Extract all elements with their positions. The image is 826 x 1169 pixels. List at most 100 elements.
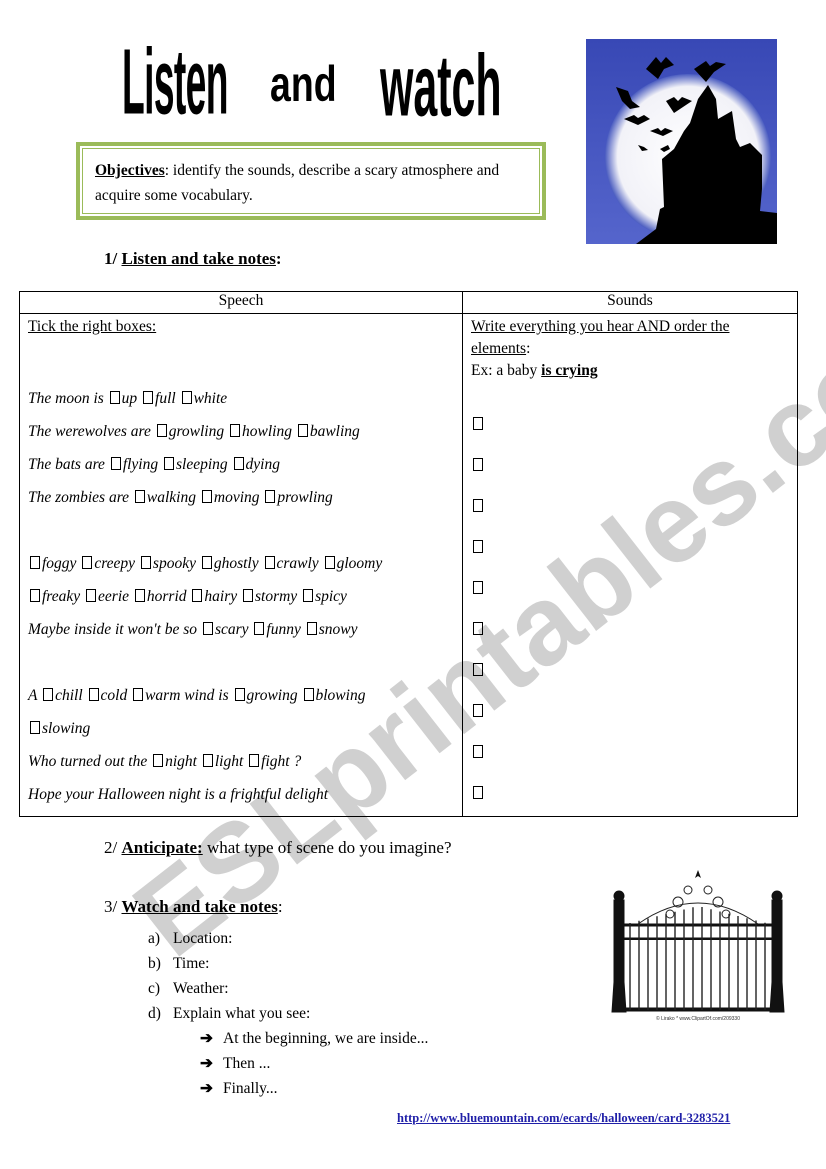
option-label: horrid xyxy=(146,588,187,605)
checkbox[interactable] xyxy=(43,688,54,701)
option-label: foggy xyxy=(42,555,77,572)
option-label: chill xyxy=(55,687,83,704)
checkbox[interactable] xyxy=(249,754,260,767)
checkbox[interactable] xyxy=(265,490,276,503)
list-item: a) Location: xyxy=(148,930,233,947)
checkbox[interactable] xyxy=(473,704,483,717)
checkbox[interactable] xyxy=(181,391,192,404)
checkbox[interactable] xyxy=(156,424,167,437)
option-label: growling xyxy=(168,423,225,440)
speech-cell: Tick the right boxes: The moon is up ful… xyxy=(19,313,463,817)
checkbox[interactable] xyxy=(473,540,483,553)
sounds-cell: Write everything you hear AND order the … xyxy=(462,313,798,817)
option-label: creepy xyxy=(94,555,136,572)
checkbox[interactable] xyxy=(297,424,308,437)
option-label: snowy xyxy=(318,621,358,638)
checkbox[interactable] xyxy=(88,688,99,701)
checkbox[interactable] xyxy=(306,622,317,635)
checkbox[interactable] xyxy=(143,391,154,404)
checkbox[interactable] xyxy=(30,721,40,734)
checkbox[interactable] xyxy=(233,457,244,470)
checkbox[interactable] xyxy=(324,556,335,569)
section-2-title: Anticipate: xyxy=(121,838,203,857)
option-label: fight ? xyxy=(261,753,302,770)
option-label: dying xyxy=(245,456,280,473)
checkbox[interactable] xyxy=(82,556,93,569)
checkbox[interactable] xyxy=(230,424,240,437)
speech-line: The werewolves are growling howling bawl… xyxy=(28,423,360,440)
option-label: blowing xyxy=(315,687,366,704)
sound-entry xyxy=(471,609,789,650)
checkbox[interactable] xyxy=(473,786,483,799)
option-label: spicy xyxy=(315,588,347,605)
sound-entry xyxy=(471,773,789,814)
option-label: night xyxy=(165,753,197,770)
checkbox[interactable] xyxy=(153,754,164,767)
checkbox[interactable] xyxy=(134,490,145,503)
option-label: stormy xyxy=(254,588,298,605)
checkbox[interactable] xyxy=(234,688,245,701)
option-label: gloomy xyxy=(336,555,383,572)
checkbox[interactable] xyxy=(110,457,121,470)
section-1-suffix: : xyxy=(275,249,282,268)
option-label: howling xyxy=(242,423,292,440)
sublist-item: ➔ Finally... xyxy=(200,1076,428,1101)
option-label: warm wind is xyxy=(145,687,229,704)
speech-line: A chill cold warm wind is growing blowin… xyxy=(28,687,366,704)
title-word-watch: watch xyxy=(380,37,502,136)
checkbox[interactable] xyxy=(473,745,483,758)
objectives-box: Objectives: identify the sounds, describ… xyxy=(76,142,546,220)
checkbox[interactable] xyxy=(473,499,483,512)
sublist-item: ➔ At the beginning, we are inside... xyxy=(200,1026,428,1051)
checkbox[interactable] xyxy=(201,556,212,569)
objectives-text: Objectives: identify the sounds, describ… xyxy=(95,158,535,208)
section-1-heading: 1/ Listen and take notes: xyxy=(104,249,282,269)
checkbox[interactable] xyxy=(264,556,275,569)
checkbox[interactable] xyxy=(242,589,253,602)
checkbox[interactable] xyxy=(201,490,212,503)
checkbox[interactable] xyxy=(86,589,97,602)
checkbox[interactable] xyxy=(473,417,483,430)
header-speech: Speech xyxy=(19,291,463,314)
checkbox[interactable] xyxy=(109,391,120,404)
checkbox[interactable] xyxy=(303,688,314,701)
arrow-right-icon: ➔ xyxy=(200,1030,213,1047)
source-link[interactable]: http://www.bluemountain.com/ecards/hallo… xyxy=(397,1111,730,1126)
sounds-instruction: Write everything you hear AND order the xyxy=(471,318,730,335)
option-label: crawly xyxy=(276,555,319,572)
speech-line: foggy creepy spooky ghostly crawly gloom… xyxy=(28,547,454,580)
checkbox[interactable] xyxy=(473,458,483,471)
checkbox[interactable] xyxy=(133,688,144,701)
option-label: growing xyxy=(246,687,298,704)
checkbox[interactable] xyxy=(192,589,203,602)
option-label: light xyxy=(214,753,244,770)
haunted-house-image xyxy=(586,39,777,244)
option-label: walking xyxy=(146,489,196,506)
option-label: slowing xyxy=(42,720,91,737)
checkbox[interactable] xyxy=(254,622,265,635)
checkbox[interactable] xyxy=(473,663,483,676)
checkbox[interactable] xyxy=(30,556,40,569)
section-1-number: 1/ xyxy=(104,249,118,268)
checkbox[interactable] xyxy=(303,589,314,602)
checkbox[interactable] xyxy=(140,556,151,569)
checkbox[interactable] xyxy=(473,581,483,594)
option-label: prowling xyxy=(277,489,333,506)
checkbox[interactable] xyxy=(473,622,483,635)
checkbox[interactable] xyxy=(30,589,40,602)
listening-table: Speech Sounds Tick the right boxes: The … xyxy=(19,291,798,817)
checkbox[interactable] xyxy=(164,457,174,470)
checkbox[interactable] xyxy=(202,622,213,635)
sound-entry xyxy=(471,404,789,445)
sound-checkboxes xyxy=(471,382,789,814)
notes-list: a) Location: b) Time: c) Weather: d) Explain… xyxy=(148,926,310,1026)
speech-line: The bats are flying sleeping dying xyxy=(28,456,280,473)
checkbox[interactable] xyxy=(134,589,145,602)
sounds-example: Ex: a baby is crying xyxy=(471,362,598,379)
speech-line: Maybe inside it won't be so scary funny … xyxy=(28,621,358,638)
checkbox[interactable] xyxy=(202,754,213,767)
sound-entry xyxy=(471,691,789,732)
option-label: spooky xyxy=(152,555,196,572)
